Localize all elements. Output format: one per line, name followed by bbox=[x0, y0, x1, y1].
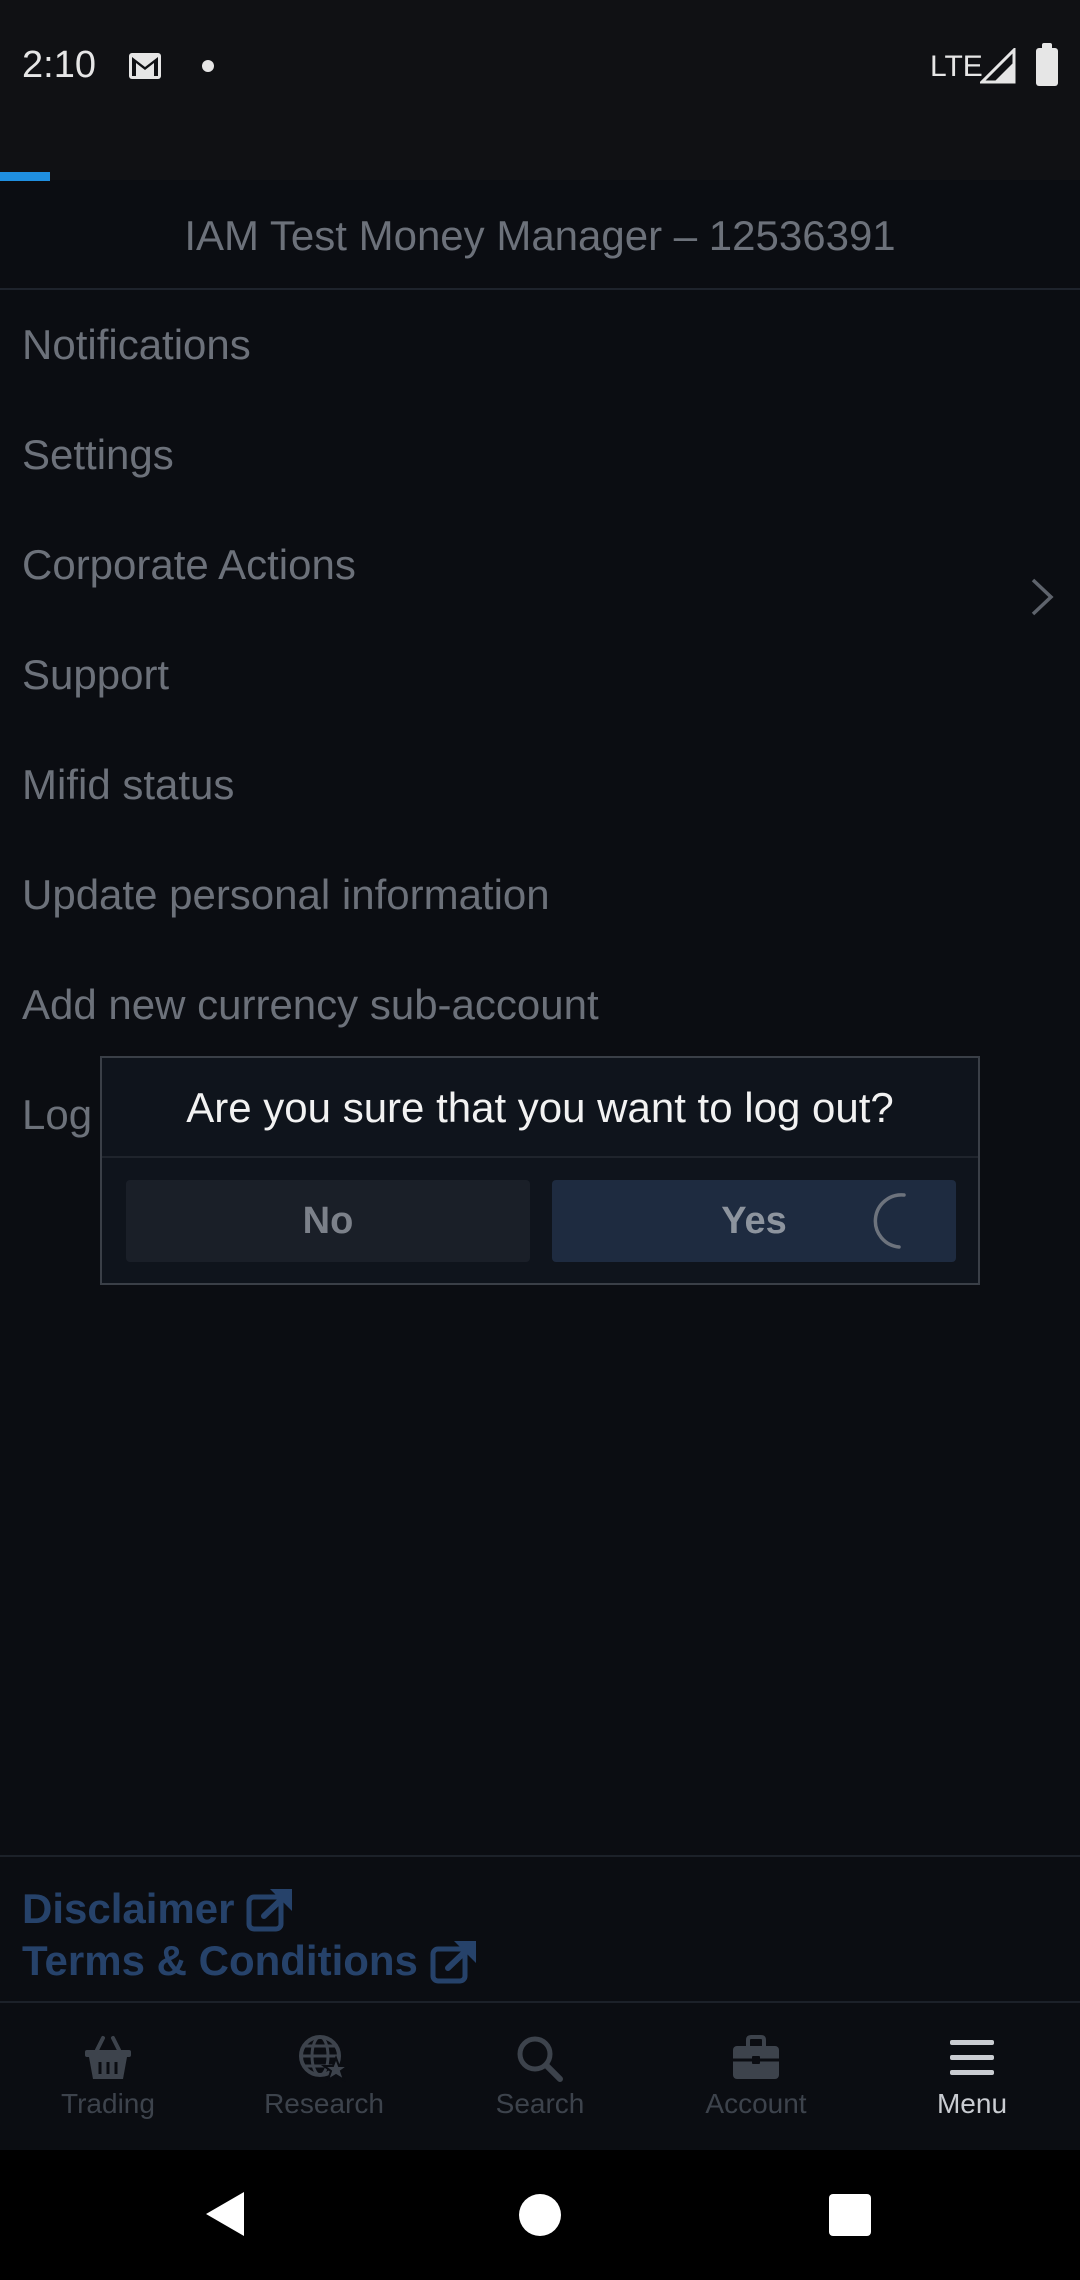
menu-item-label: Corporate Actions bbox=[22, 541, 356, 588]
yes-button[interactable]: Yes bbox=[552, 1180, 956, 1262]
recent-apps-icon[interactable] bbox=[829, 2194, 871, 2236]
footer-links: Disclaimer Terms & Conditions bbox=[0, 1855, 1080, 2003]
dialog-question: Are you sure that you want to log out? bbox=[102, 1058, 978, 1158]
menu-item-label: Support bbox=[22, 651, 170, 698]
hamburger-menu-icon bbox=[950, 2040, 994, 2075]
tab-label: Menu bbox=[936, 2088, 1008, 2119]
menu-item-settings[interactable]: Settings bbox=[0, 400, 1080, 510]
system-nav-bar bbox=[0, 2150, 1080, 2280]
tab-label: Research bbox=[264, 2088, 384, 2119]
notification-dot-icon bbox=[202, 60, 214, 72]
home-icon[interactable] bbox=[519, 2194, 561, 2236]
status-bar: 2:10 LTE bbox=[0, 0, 1080, 180]
bottom-tab-bar: Trading Research Search Account Menu bbox=[0, 2004, 1080, 2150]
battery-icon bbox=[1036, 43, 1058, 86]
disclaimer-link[interactable]: Disclaimer bbox=[22, 1883, 1080, 1935]
menu-item-label: Update personal information bbox=[22, 871, 550, 918]
menu-item-corporate-actions[interactable]: Corporate Actions bbox=[0, 510, 1080, 620]
gmail-icon bbox=[128, 52, 162, 85]
dialog-buttons: No Yes bbox=[126, 1180, 956, 1262]
menu-item-support[interactable]: Support bbox=[0, 620, 1080, 730]
tab-trading[interactable]: Trading bbox=[0, 2004, 216, 2150]
loading-progress-bar bbox=[0, 172, 50, 181]
account-header: IAM Test Money Manager – 12536391 bbox=[0, 182, 1080, 290]
terms-link[interactable]: Terms & Conditions bbox=[22, 1935, 1080, 1987]
loading-spinner-icon bbox=[868, 1190, 930, 1281]
yes-button-label: Yes bbox=[721, 1200, 787, 1242]
back-icon[interactable] bbox=[204, 2190, 246, 2243]
tab-label: Account bbox=[705, 2088, 807, 2119]
menu-item-label: Notifications bbox=[22, 321, 251, 368]
logout-confirm-dialog: Are you sure that you want to log out? N… bbox=[100, 1056, 980, 1285]
menu-list: Notifications Settings Corporate Actions… bbox=[0, 290, 1080, 1170]
tab-menu[interactable]: Menu bbox=[864, 2004, 1080, 2150]
tab-label: Trading bbox=[61, 2088, 155, 2119]
briefcase-icon bbox=[733, 2035, 779, 2079]
globe-star-icon bbox=[299, 2035, 350, 2082]
tab-research[interactable]: Research bbox=[216, 2004, 432, 2150]
menu-item-update-personal-information[interactable]: Update personal information bbox=[0, 840, 1080, 950]
network-type: LTE bbox=[930, 50, 983, 83]
disclaimer-label: Disclaimer bbox=[22, 1885, 235, 1932]
menu-item-label: Mifid status bbox=[22, 761, 235, 808]
menu-item-notifications[interactable]: Notifications bbox=[0, 290, 1080, 400]
search-icon bbox=[517, 2036, 563, 2082]
tab-search[interactable]: Search bbox=[432, 2004, 648, 2150]
menu-item-label: Log bbox=[22, 1091, 93, 1138]
no-button-label: No bbox=[302, 1200, 354, 1242]
menu-item-label: Settings bbox=[22, 431, 174, 478]
tab-account[interactable]: Account bbox=[648, 2004, 864, 2150]
status-time: 2:10 bbox=[22, 44, 96, 86]
menu-item-label: Add new currency sub-account bbox=[22, 981, 599, 1028]
tab-label: Search bbox=[495, 2088, 585, 2119]
external-link-icon bbox=[246, 1889, 293, 1932]
signal-icon bbox=[978, 46, 1016, 89]
menu-item-add-currency-sub-account[interactable]: Add new currency sub-account bbox=[0, 950, 1080, 1060]
menu-item-mifid-status[interactable]: Mifid status bbox=[0, 730, 1080, 840]
external-link-icon bbox=[430, 1941, 476, 1984]
no-button[interactable]: No bbox=[126, 1180, 530, 1262]
terms-label: Terms & Conditions bbox=[22, 1937, 418, 1984]
basket-icon bbox=[85, 2036, 131, 2079]
